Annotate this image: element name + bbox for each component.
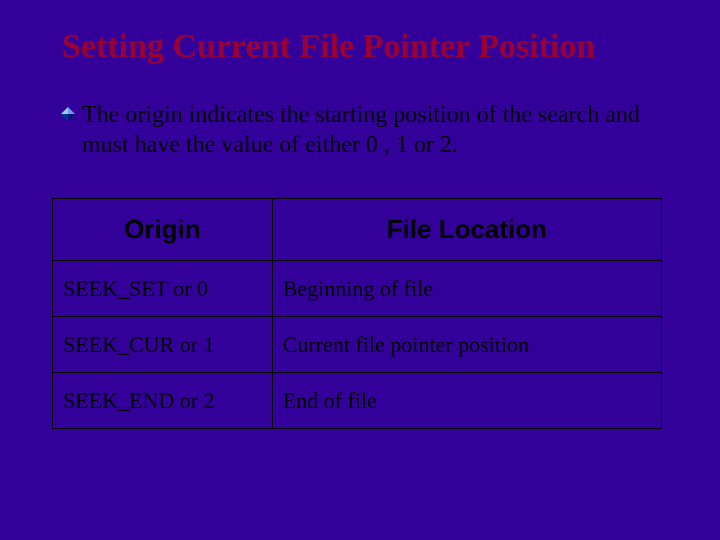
slide: Setting Current File Pointer Position Th… bbox=[0, 0, 720, 540]
bullet-item: The origin indicates the starting positi… bbox=[50, 100, 670, 160]
diamond-bullet-icon bbox=[60, 106, 76, 122]
table-row: SEEK_END or 2 End of file bbox=[53, 373, 662, 429]
cell-location: End of file bbox=[272, 373, 661, 429]
table-row: SEEK_SET or 0 Beginning of file bbox=[53, 261, 662, 317]
seek-table: Origin File Location SEEK_SET or 0 Begin… bbox=[52, 198, 662, 429]
cell-origin: SEEK_CUR or 1 bbox=[53, 317, 273, 373]
slide-title: Setting Current File Pointer Position bbox=[62, 28, 670, 66]
table-row: SEEK_CUR or 1 Current file pointer posit… bbox=[53, 317, 662, 373]
header-location: File Location bbox=[272, 199, 661, 261]
cell-location: Beginning of file bbox=[272, 261, 661, 317]
cell-origin: SEEK_SET or 0 bbox=[53, 261, 273, 317]
header-origin: Origin bbox=[53, 199, 273, 261]
cell-origin: SEEK_END or 2 bbox=[53, 373, 273, 429]
bullet-text: The origin indicates the starting positi… bbox=[82, 100, 670, 160]
cell-location: Current file pointer position bbox=[272, 317, 661, 373]
table-header-row: Origin File Location bbox=[53, 199, 662, 261]
